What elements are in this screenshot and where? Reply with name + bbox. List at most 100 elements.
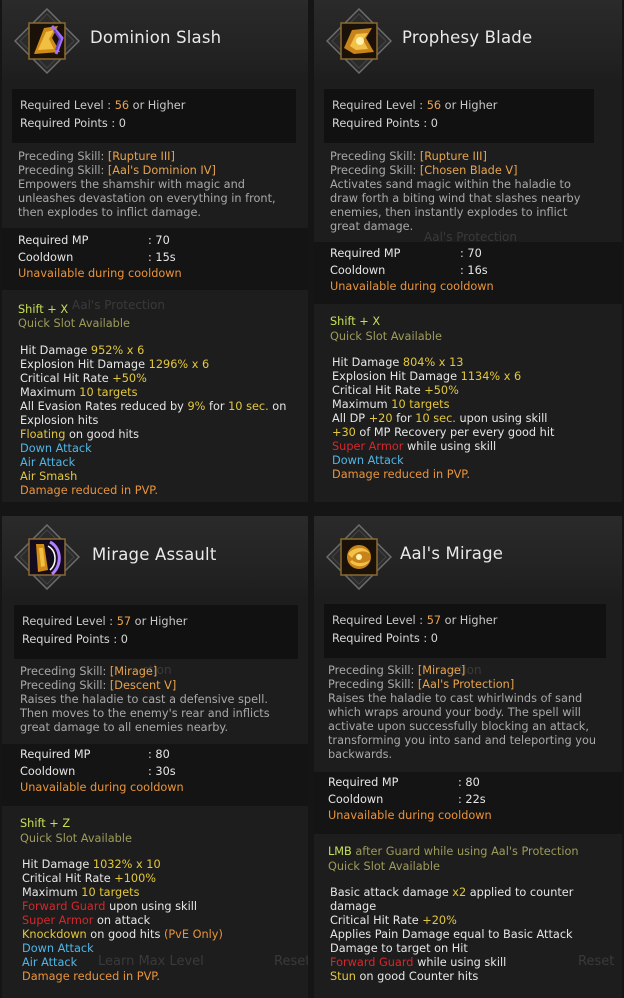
effect-line: Hit Damage 952% x 6 (20, 344, 145, 357)
preceding-skill-1: Preceding Skill: [Rupture III] (330, 150, 487, 163)
effect-line: Maximum 10 targets (22, 886, 140, 899)
cost-cooldown-band: Required MP : 70 Cooldown : 15s Unavaila… (2, 228, 308, 290)
description-line: activate upon successfully blocking an a… (328, 720, 589, 733)
effect-line: +30 of MP Recovery per every good hit (332, 426, 555, 439)
description-line: then explodes to inflict damage. (18, 206, 201, 219)
description-line: transforming you into sand and teleporti… (328, 734, 597, 747)
description-line: Raises the haladie to cast a defensive s… (20, 693, 268, 706)
effect-line: Basic attack damage x2 applied to counte… (330, 886, 574, 899)
background-ghost-reset: Reset (578, 954, 615, 969)
required-level: Required Level : 57 or Higher (332, 614, 498, 627)
skill-panel-aals-mirage: Aal's Mirage Required Level : 57 or High… (314, 516, 622, 998)
quick-slot-note: Quick Slot Available (328, 860, 440, 873)
preceding-skill-2: Preceding Skill: [Descent V] (20, 679, 177, 692)
cooldown-label: Cooldown (20, 765, 76, 778)
skill-title: Dominion Slash (90, 28, 222, 47)
effect-line: Explosion Hit Damage 1296% x 6 (20, 358, 210, 371)
background-ghost-text: Aal's Protection (72, 298, 165, 312)
effect-line: All Evasion Rates reduced by 9% for 10 s… (20, 400, 287, 413)
cooldown-value: : 15s (148, 251, 176, 264)
effect-line: Explosion Hit Damage 1134% x 6 (332, 370, 522, 383)
requirement-box: Required Level : 56 or Higher Required P… (324, 89, 594, 143)
preceding-skill-1: Preceding Skill: [Rupture III] (18, 150, 175, 163)
cost-cooldown-band: Required MP : 80 Cooldown : 30s Unavaila… (2, 744, 308, 806)
cooldown-value: : 16s (460, 264, 488, 277)
requirement-box: Required Level : 57 or Higher Required P… (14, 605, 298, 659)
effect-line: Hit Damage 1032% x 10 (22, 858, 161, 871)
effect-line: Applies Pain Damage equal to Basic Attac… (330, 928, 573, 941)
cooldown-label: Cooldown (330, 264, 386, 277)
quick-slot-note: Quick Slot Available (330, 330, 442, 343)
effect-line: Maximum 10 targets (20, 386, 138, 399)
effect-pvp-note: Damage reduced in PVP. (22, 970, 160, 983)
description-line: backwards. (328, 748, 393, 761)
preceding-skill-2: Preceding Skill: [Chosen Blade V] (330, 164, 518, 177)
effect-line: Super Armor on attack (22, 914, 151, 927)
effect-line: All DP +20 for 10 sec. upon using skill (332, 412, 548, 425)
skill-title: Aal's Mirage (400, 544, 504, 563)
cooldown-note: Unavailable during cooldown (18, 267, 182, 280)
sword-slash-icon (14, 8, 80, 74)
cooldown-label: Cooldown (328, 793, 384, 806)
cost-cooldown-band: Required MP : 70 Cooldown : 16s Unavaila… (314, 242, 622, 304)
description-line: draw forth a biting wind that slashes ne… (330, 192, 581, 205)
effect-line: Forward Guard while using skill (330, 956, 507, 969)
effect-line: Damage to target on Hit (330, 942, 468, 955)
description-line: Then moves to the enemy's rear and infli… (20, 707, 270, 720)
cooldown-note: Unavailable during cooldown (20, 781, 184, 794)
effect-down-attack: Down Attack (22, 942, 94, 955)
preceding-skill-1: Preceding Skill: [Mirage] (20, 665, 158, 678)
description-line: unleashes devastation on everything in f… (18, 192, 276, 205)
preceding-skill-1: Preceding Skill: [Mirage] (328, 664, 466, 677)
hotkey: Shift + X (18, 303, 69, 316)
required-level: Required Level : 56 or Higher (332, 99, 498, 112)
skill-header: Mirage Assault (2, 516, 308, 596)
effect-line: Floating on good hits (20, 428, 139, 441)
cooldown-note: Unavailable during cooldown (328, 809, 492, 822)
effect-air-smash: Air Smash (20, 470, 78, 483)
hotkey: LMB after Guard while using Aal's Protec… (328, 845, 579, 858)
cooldown-value: : 22s (458, 793, 486, 806)
required-mp-value: : 80 (458, 776, 480, 789)
skill-header: Dominion Slash (2, 0, 308, 80)
cost-cooldown-band: Required MP : 80 Cooldown : 22s Unavaila… (314, 772, 622, 834)
required-mp-label: Required MP (328, 776, 399, 789)
effect-line: Stun on good Counter hits (330, 970, 479, 983)
skill-panel-dominion-slash: Dominion Slash Required Level : 56 or Hi… (2, 0, 308, 502)
preceding-skill-2: Preceding Skill: [Aal's Protection] (328, 678, 515, 691)
cooldown-label: Cooldown (18, 251, 74, 264)
background-ghost-learn: Learn Max Level (98, 954, 204, 969)
effect-pvp-note: Damage reduced in PVP. (20, 484, 158, 497)
effect-down-attack: Down Attack (20, 442, 92, 455)
quick-slot-note: Quick Slot Available (18, 317, 130, 330)
required-mp-label: Required MP (330, 247, 401, 260)
skill-panel-mirage-assault: Mirage Assault Required Level : 57 or Hi… (2, 516, 308, 998)
skill-title: Prophesy Blade (402, 28, 533, 47)
effect-air-attack: Air Attack (22, 956, 78, 969)
description-line: enemies, then instantly explodes to infl… (330, 206, 568, 219)
effect-line: Explosion hits (20, 414, 99, 427)
effect-line: Super Armor while using skill (332, 440, 497, 453)
effect-line: Critical Hit Rate +20% (330, 914, 457, 927)
cooldown-note: Unavailable during cooldown (330, 280, 494, 293)
description-line: which wraps around your body. The spell … (328, 706, 581, 719)
required-mp-value: : 70 (460, 247, 482, 260)
preceding-skill-2: Preceding Skill: [Aal's Dominion IV] (18, 164, 216, 177)
description-line: Raises the haladie to cast whirlwinds of… (328, 692, 583, 705)
required-points: Required Points : 0 (20, 117, 126, 130)
description-line: Activates sand magic within the haladie … (330, 178, 571, 191)
requirement-box: Required Level : 56 or Higher Required P… (12, 89, 296, 143)
blade-prophecy-icon (326, 8, 392, 74)
cooldown-value: : 30s (148, 765, 176, 778)
effect-line: Knockdown on good hits (PvE Only) (22, 928, 223, 941)
effect-line: Critical Hit Rate +50% (332, 384, 459, 397)
required-mp-label: Required MP (20, 748, 91, 761)
description-line: great damage. (330, 220, 414, 233)
required-mp-label: Required MP (18, 234, 89, 247)
effect-down-attack: Down Attack (332, 454, 404, 467)
required-level: Required Level : 57 or Higher (22, 615, 188, 628)
effect-line: damage (330, 900, 377, 913)
quick-slot-note: Quick Slot Available (20, 832, 132, 845)
required-level: Required Level : 56 or Higher (20, 99, 186, 112)
effect-air-attack: Air Attack (20, 456, 76, 469)
